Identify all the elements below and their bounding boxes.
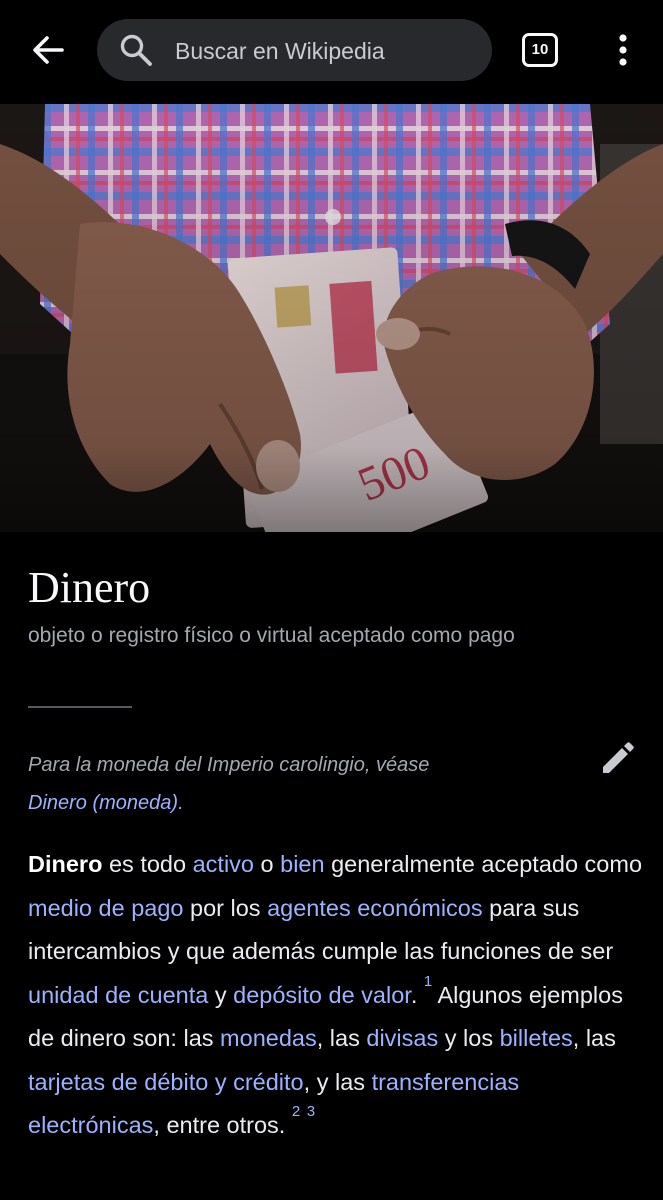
edit-pencil-icon[interactable]	[598, 740, 636, 778]
page-title: Dinero	[28, 563, 151, 612]
search-input[interactable]	[173, 29, 477, 73]
article-text: y	[208, 981, 234, 1008]
article-text: , las	[316, 1025, 367, 1051]
article-text	[300, 1112, 307, 1138]
article-link[interactable]: divisas	[366, 1025, 438, 1051]
article-text: es todo	[102, 851, 193, 877]
hatnote: Para la moneda del Imperio carolingio, v…	[28, 746, 548, 822]
article-link[interactable]: monedas	[220, 1025, 317, 1051]
reference-marker[interactable]: 1	[424, 973, 432, 990]
hatnote-period: .	[178, 792, 184, 814]
article-link[interactable]: billetes	[500, 1025, 573, 1051]
search-icon	[120, 34, 152, 66]
hatnote-text: Para la moneda del Imperio carolingio, v…	[28, 754, 430, 776]
article-text: , y las	[303, 1068, 372, 1095]
article-text: , las	[572, 1025, 616, 1051]
article-link[interactable]: bien	[280, 851, 324, 877]
article-text: y los	[438, 1025, 500, 1051]
search-bar[interactable]	[97, 19, 492, 81]
article-text: por los	[183, 894, 268, 921]
article-bold-term: Dinero	[28, 851, 103, 877]
overflow-menu-icon[interactable]	[608, 30, 638, 70]
back-arrow-icon[interactable]	[28, 30, 68, 70]
hatnote-link[interactable]: Dinero (moneda)	[28, 792, 178, 814]
article-body: Dinero es todo activo o bien generalment…	[28, 843, 648, 1148]
reference-marker[interactable]: 2	[292, 1103, 300, 1120]
title-divider	[28, 706, 132, 708]
lead-image[interactable]: 500	[0, 104, 663, 532]
article-text: , entre otros.	[153, 1112, 292, 1138]
article-text: generalmente aceptado como	[324, 851, 643, 877]
article-link[interactable]: agentes económicos	[267, 895, 483, 921]
article-text: .	[410, 981, 424, 1008]
page-description: objeto o registro físico o virtual acept…	[28, 624, 515, 647]
article-text: o	[253, 851, 281, 877]
reference-marker[interactable]: 3	[307, 1103, 315, 1120]
article-link[interactable]: tarjetas de débito y crédito	[28, 1069, 304, 1095]
article-link[interactable]: depósito de valor	[233, 982, 411, 1008]
article-link[interactable]: medio de pago	[28, 895, 183, 921]
tabs-count-button[interactable]: 10	[522, 33, 558, 67]
article-link[interactable]: activo	[193, 851, 254, 877]
article-link[interactable]: unidad de cuenta	[28, 982, 208, 1008]
toolbar: 10	[0, 0, 663, 104]
